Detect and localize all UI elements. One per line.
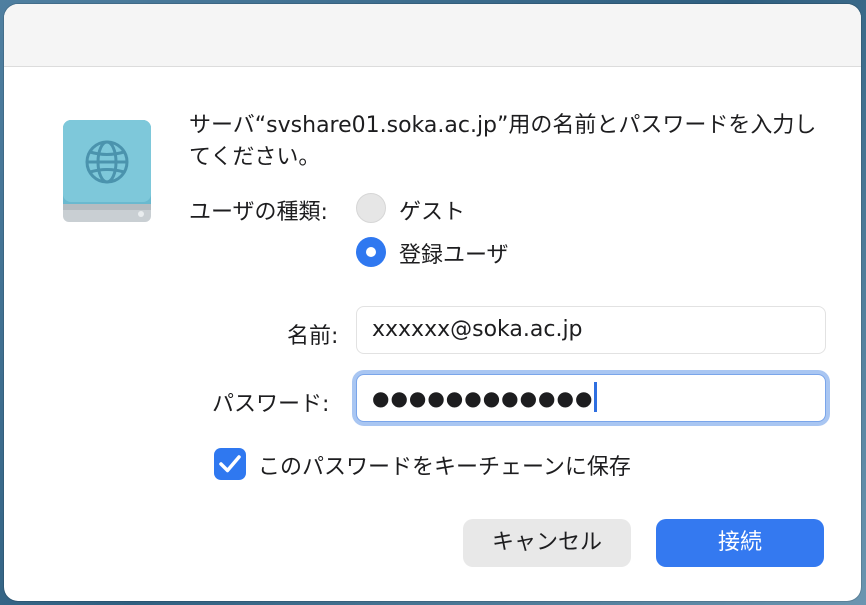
password-input-value: ●●●●●●●●●●●● (372, 386, 594, 410)
name-label: 名前: (287, 324, 339, 349)
radio-guest-label[interactable]: ゲスト (399, 194, 465, 226)
network-drive-icon (61, 116, 153, 226)
text-caret (594, 382, 598, 412)
cancel-button[interactable]: キャンセル (463, 519, 631, 567)
name-input[interactable]: xxxxxx@soka.ac.jp (356, 306, 826, 354)
radio-registered-user-label[interactable]: 登録ユーザ (399, 237, 509, 269)
keychain-label[interactable]: このパスワードをキーチェーンに保存 (258, 449, 631, 481)
user-type-label: ユーザの種類: (189, 200, 328, 225)
login-prompt: サーバ“svshare01.soka.ac.jp”用の名前とパスワードを入力して… (189, 113, 817, 170)
keychain-checkbox[interactable] (214, 448, 246, 480)
checkmark-icon (219, 455, 241, 473)
login-dialog: サーバ“svshare01.soka.ac.jp”用の名前とパスワードを入力して… (4, 4, 861, 601)
radio-guest[interactable] (356, 193, 386, 223)
connect-button[interactable]: 接続 (656, 519, 824, 567)
dialog-titlebar (4, 4, 861, 67)
radio-registered-user[interactable] (356, 237, 386, 267)
password-input[interactable]: ●●●●●●●●●●●● (356, 374, 826, 422)
name-input-value: xxxxxx@soka.ac.jp (372, 317, 583, 342)
password-label: パスワード: (212, 392, 330, 417)
